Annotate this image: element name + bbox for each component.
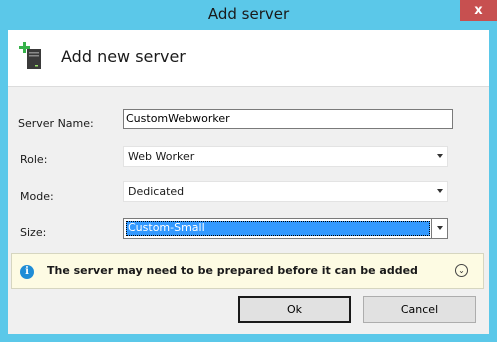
ok-button[interactable]: Ok: [238, 296, 351, 323]
cancel-button-label: Cancel: [400, 303, 439, 316]
close-icon: x: [474, 3, 483, 18]
info-message: The server may need to be prepared befor…: [47, 264, 418, 277]
cancel-button[interactable]: Cancel: [363, 296, 476, 323]
expand-icon[interactable]: ⌄: [455, 264, 468, 277]
dialog-header: Add new server: [8, 30, 489, 87]
server-name-label: Server Name:: [18, 117, 94, 130]
size-value: Custom-Small: [128, 221, 205, 234]
dialog-content: Server Name: CustomWebworker Role: Web W…: [8, 87, 489, 334]
title-bar: Add server x: [0, 0, 497, 30]
mode-label: Mode:: [20, 190, 54, 203]
window-title: Add server: [207, 5, 290, 23]
mode-select[interactable]: Dedicated: [123, 181, 448, 202]
role-value: Web Worker: [128, 150, 195, 163]
server-add-icon: [19, 42, 41, 69]
chevron-down-icon: [437, 154, 443, 158]
header-title: Add new server: [61, 47, 186, 66]
close-button[interactable]: x: [460, 0, 497, 21]
size-label: Size:: [20, 226, 47, 239]
mode-value: Dedicated: [128, 185, 185, 198]
ok-button-label: Ok: [286, 303, 303, 316]
chevron-down-icon: [437, 189, 443, 193]
size-select[interactable]: Custom-Small: [123, 218, 448, 239]
info-bar: i The server may need to be prepared bef…: [11, 253, 484, 289]
role-label: Role:: [20, 153, 48, 166]
role-select[interactable]: Web Worker: [123, 146, 448, 167]
size-dropdown-button[interactable]: [431, 219, 447, 238]
info-icon: i: [20, 265, 34, 279]
server-name-input[interactable]: CustomWebworker: [123, 109, 453, 129]
chevron-down-icon: [437, 226, 443, 230]
